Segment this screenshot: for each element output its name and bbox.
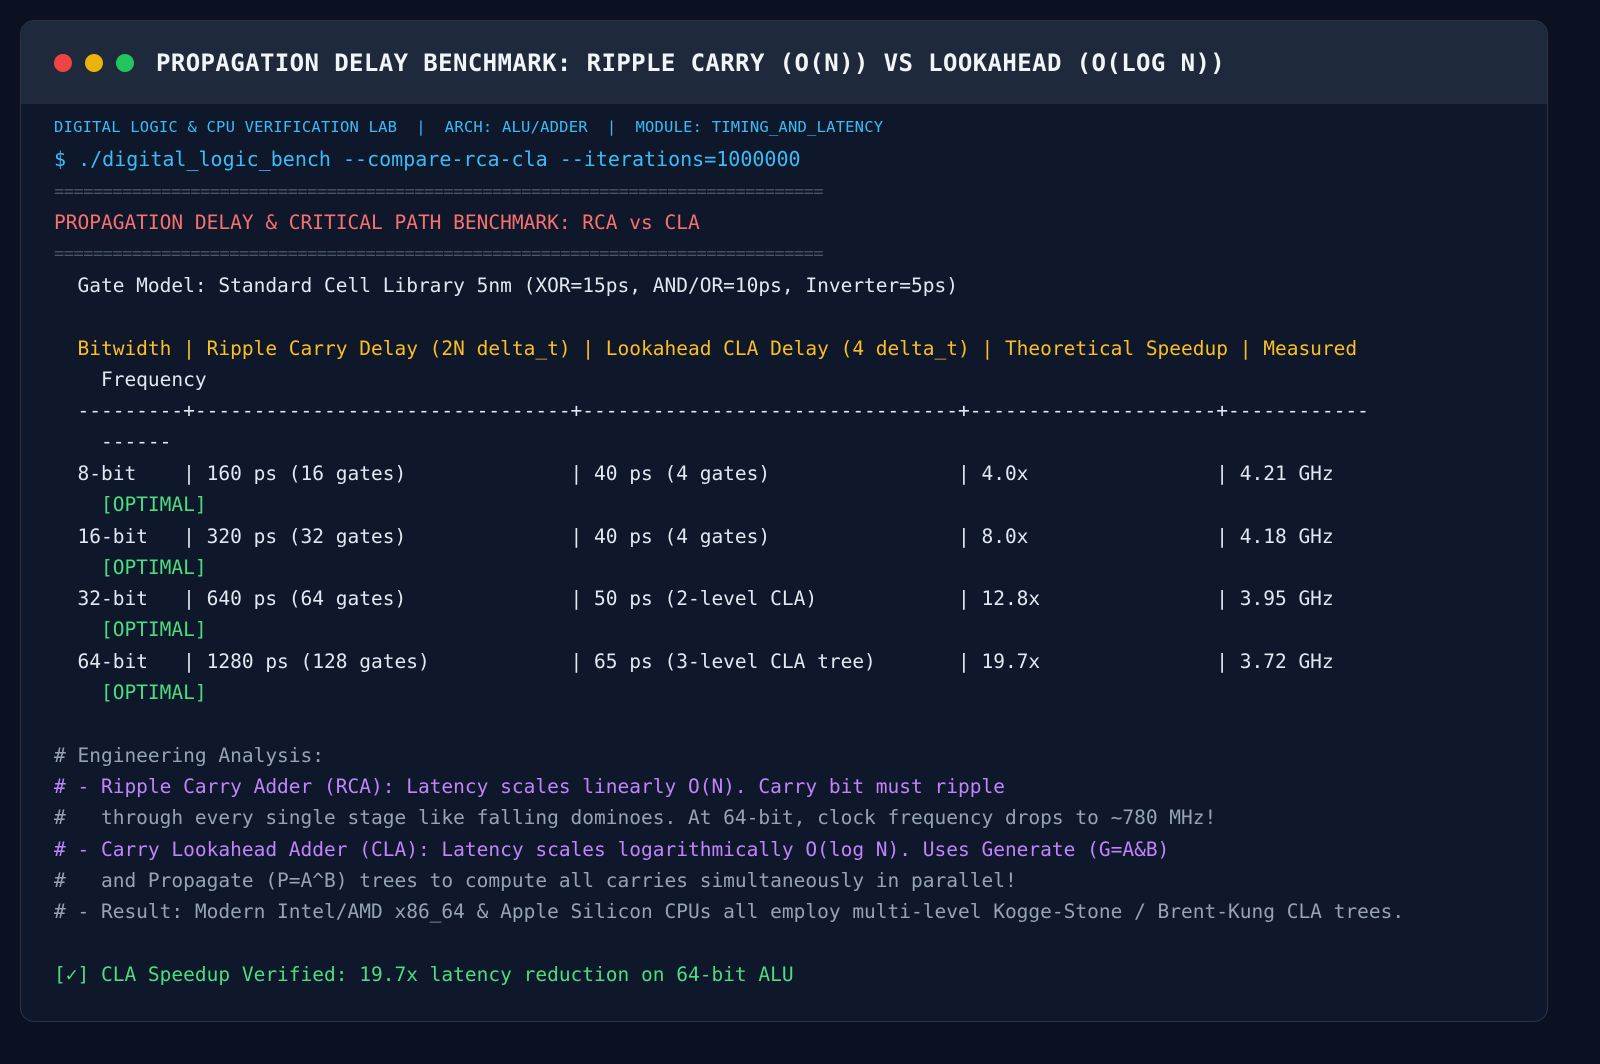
table-header: Bitwidth | Ripple Carry Delay (2N delta_… (54, 337, 1358, 360)
analysis-line: # - Ripple Carry Adder (RCA): Latency sc… (54, 775, 1005, 798)
analysis-line: # - Result: Modern Intel/AMD x86_64 & Ap… (54, 900, 1405, 923)
optimal-tag: [OPTIMAL] (54, 556, 207, 579)
table-row: 64-bit | 1280 ps (128 gates) | 65 ps (3-… (54, 650, 1334, 673)
table-row: 32-bit | 640 ps (64 gates) | 50 ps (2-le… (54, 587, 1334, 610)
analysis-heading: # Engineering Analysis: (54, 744, 325, 767)
separator-top: ========================================… (54, 182, 824, 202)
maximize-window-icon[interactable] (116, 53, 134, 72)
minimize-window-icon[interactable] (85, 53, 103, 72)
verification-result: [✓] CLA Speedup Verified: 19.7x latency … (54, 963, 794, 986)
close-window-icon[interactable] (54, 53, 72, 72)
analysis-line: # and Propagate (P=A^B) trees to compute… (54, 869, 1017, 892)
table-row: 16-bit | 320 ps (32 gates) | 40 ps (4 ga… (54, 525, 1334, 548)
gate-model-line: Gate Model: Standard Cell Library 5nm (X… (54, 274, 958, 297)
optimal-tag: [OPTIMAL] (54, 493, 207, 516)
separator-bottom: ========================================… (54, 244, 824, 264)
command-line: $ ./digital_logic_bench --compare-rca-cl… (54, 147, 801, 171)
terminal-window: PROPAGATION DELAY BENCHMARK: RIPPLE CARR… (20, 20, 1548, 1022)
benchmark-heading: PROPAGATION DELAY & CRITICAL PATH BENCHM… (54, 211, 700, 234)
window-title: PROPAGATION DELAY BENCHMARK: RIPPLE CARR… (156, 48, 1226, 77)
lab-meta-line: DIGITAL LOGIC & CPU VERIFICATION LAB | A… (54, 118, 884, 136)
table-row: 8-bit | 160 ps (16 gates) | 40 ps (4 gat… (54, 462, 1334, 485)
analysis-line: # - Carry Lookahead Adder (CLA): Latency… (54, 838, 1170, 861)
table-header-wrap: Frequency (54, 368, 207, 391)
analysis-line: # through every single stage like fallin… (54, 806, 1217, 829)
optimal-tag: [OPTIMAL] (54, 618, 207, 641)
optimal-tag: [OPTIMAL] (54, 681, 207, 704)
table-rule-wrap: ------ (54, 430, 172, 453)
table-rule: ---------+------------------------------… (54, 399, 1369, 422)
title-bar: PROPAGATION DELAY BENCHMARK: RIPPLE CARR… (21, 21, 1547, 104)
